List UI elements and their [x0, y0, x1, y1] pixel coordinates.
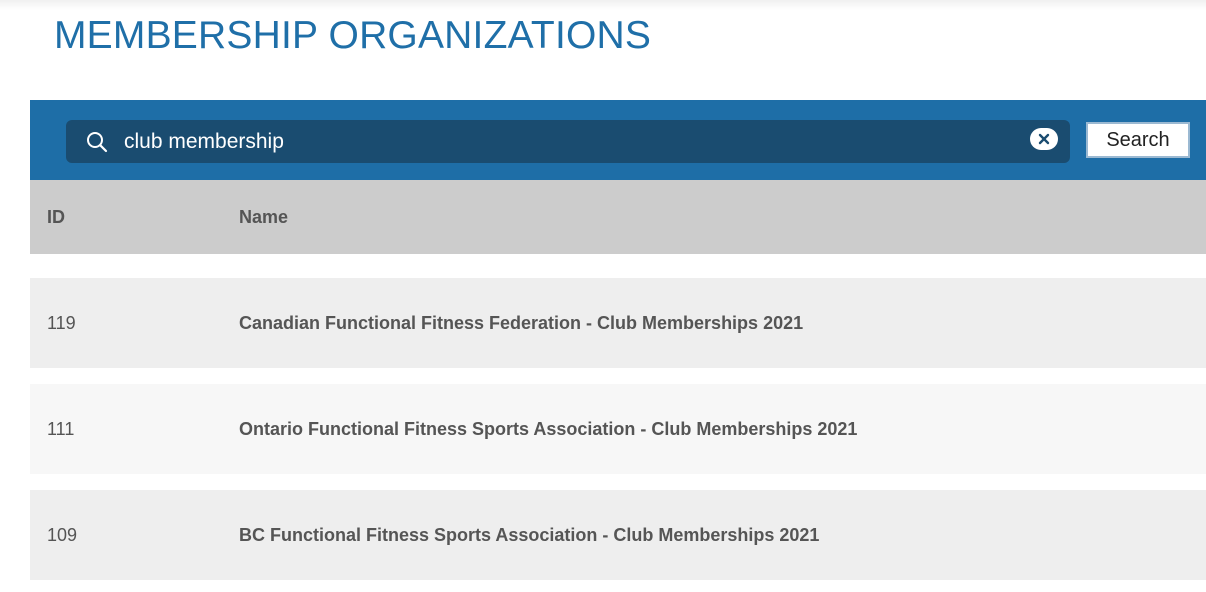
table-row[interactable]: 119 Canadian Functional Fitness Federati… [30, 278, 1206, 368]
table-row[interactable]: 111 Ontario Functional Fitness Sports As… [30, 384, 1206, 474]
row-name[interactable]: Canadian Functional Fitness Federation -… [239, 278, 803, 368]
row-name[interactable]: BC Functional Fitness Sports Association… [239, 490, 819, 580]
column-header-id[interactable]: ID [47, 180, 65, 254]
row-id: 111 [47, 419, 75, 439]
page: MEMBERSHIP ORGANIZATIONS Search ID Name … [0, 0, 1206, 592]
search-bar: Search [30, 100, 1206, 180]
top-shadow [0, 0, 1206, 10]
row-id: 119 [47, 313, 76, 333]
search-field[interactable] [66, 120, 1070, 163]
table-row[interactable]: 109 BC Functional Fitness Sports Associa… [30, 490, 1206, 580]
close-icon [1038, 133, 1050, 145]
row-id: 109 [47, 525, 78, 545]
search-button[interactable]: Search [1086, 122, 1190, 158]
column-header-name[interactable]: Name [239, 180, 288, 254]
search-icon [87, 132, 108, 153]
clear-search-button[interactable] [1030, 128, 1058, 150]
table-header: ID Name [30, 180, 1206, 254]
row-name[interactable]: Ontario Functional Fitness Sports Associ… [239, 384, 857, 474]
page-title: MEMBERSHIP ORGANIZATIONS [54, 14, 652, 57]
search-input[interactable] [124, 120, 1014, 163]
